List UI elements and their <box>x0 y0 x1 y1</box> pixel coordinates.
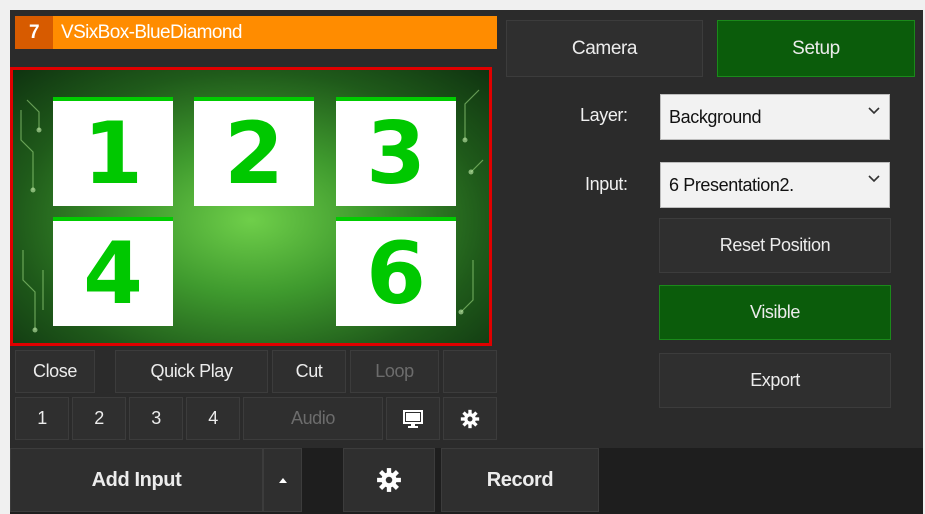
add-input-menu-button[interactable] <box>263 448 302 512</box>
close-button[interactable]: Close <box>15 350 95 393</box>
preview-tile-6: 6 <box>336 217 456 326</box>
input-title-bar[interactable]: 7 VSixBox-BlueDiamond <box>15 16 497 49</box>
overlay-3-button[interactable]: 3 <box>129 397 183 440</box>
input-settings-panel: 7 VSixBox-BlueDiamond 1 2 3 4 6 Close Qu… <box>10 10 923 514</box>
overlay-1-button[interactable]: 1 <box>15 397 69 440</box>
input-title: VSixBox-BlueDiamond <box>61 21 242 43</box>
gear-icon <box>460 409 480 428</box>
empty-slot-button[interactable] <box>443 350 497 393</box>
monitor-icon <box>403 409 423 428</box>
setup-button[interactable]: Setup <box>717 20 915 77</box>
export-button[interactable]: Export <box>659 353 891 408</box>
layer-select-value: Background <box>669 106 762 127</box>
input-label: Input: <box>585 174 628 194</box>
input-preview[interactable]: 1 2 3 4 6 <box>10 67 492 346</box>
audio-button[interactable]: Audio <box>243 397 383 440</box>
overlay-4-button[interactable]: 4 <box>186 397 240 440</box>
visible-toggle-button[interactable]: Visible <box>659 285 891 340</box>
add-input-button[interactable]: Add Input <box>10 448 263 512</box>
preview-tile-4: 4 <box>53 217 173 326</box>
chevron-down-icon <box>868 107 880 115</box>
camera-button[interactable]: Camera <box>506 20 703 77</box>
input-select-value: 6 Presentation2. <box>669 174 794 195</box>
record-button[interactable]: Record <box>441 448 599 512</box>
loop-button[interactable]: Loop <box>350 350 439 393</box>
input-select[interactable]: 6 Presentation2. <box>660 162 890 208</box>
settings-button[interactable] <box>343 448 435 512</box>
layer-label: Layer: <box>580 105 628 125</box>
monitor-button[interactable] <box>386 397 440 440</box>
layer-select[interactable]: Background <box>660 94 890 140</box>
gear-icon <box>377 468 401 492</box>
preview-tile-1: 1 <box>53 97 173 206</box>
chevron-down-icon <box>868 175 880 183</box>
reset-position-button[interactable]: Reset Position <box>659 218 891 273</box>
input-number-badge: 7 <box>15 16 53 49</box>
quick-play-button[interactable]: Quick Play <box>115 350 268 393</box>
preview-tile-3: 3 <box>336 97 456 206</box>
input-settings-button[interactable] <box>443 397 497 440</box>
cut-button[interactable]: Cut <box>272 350 346 393</box>
preview-tile-2: 2 <box>194 97 314 206</box>
overlay-2-button[interactable]: 2 <box>72 397 126 440</box>
caret-up-icon <box>278 478 287 483</box>
